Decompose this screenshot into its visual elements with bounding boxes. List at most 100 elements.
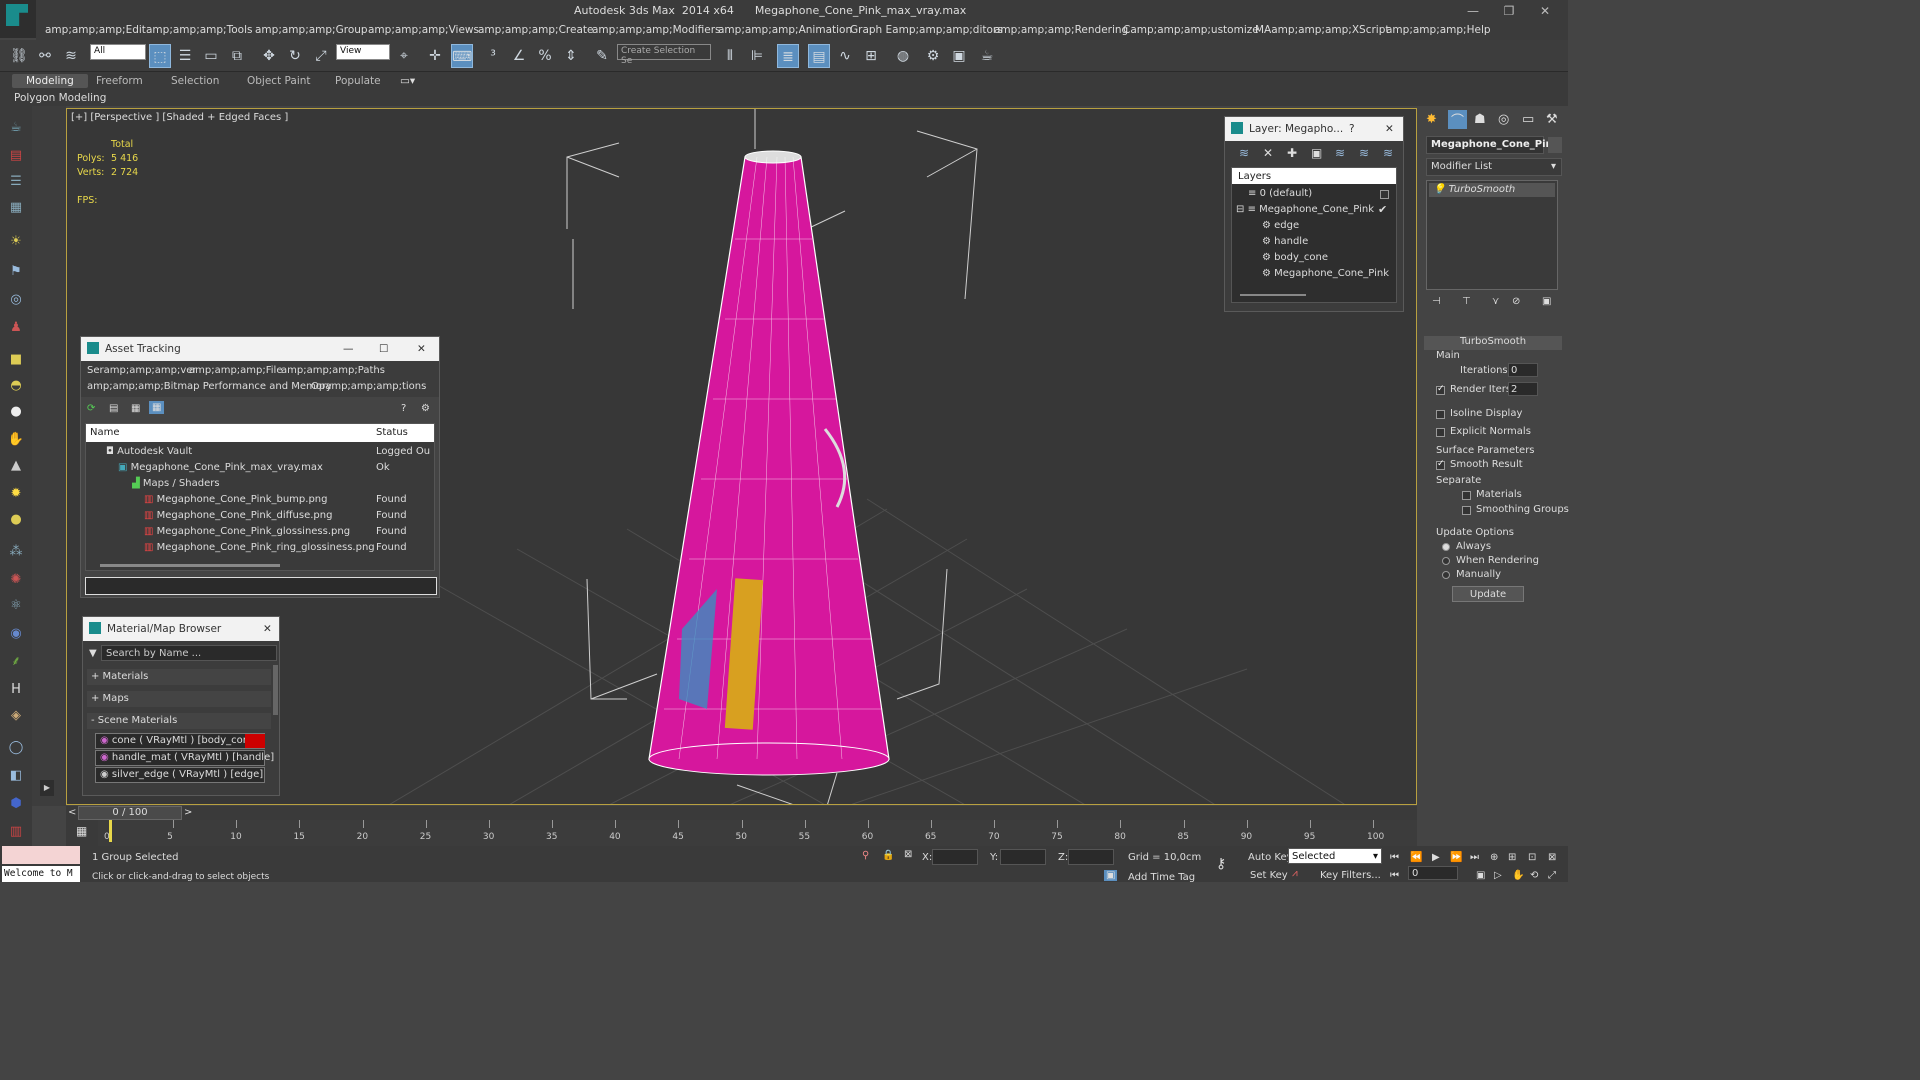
rect-selection-icon[interactable]: ▭ <box>200 44 222 68</box>
minimize-icon[interactable]: — <box>343 343 354 355</box>
viewport-label[interactable]: [+] [Perspective ] [Shaded + Edged Faces… <box>71 112 288 123</box>
rendered-frame-icon[interactable]: ▣ <box>948 44 970 68</box>
hierarchy-tab-icon[interactable]: ☗ <box>1474 112 1486 127</box>
dolly-icon[interactable]: ◎ <box>6 290 26 310</box>
timeline-current-frame-marker[interactable] <box>109 820 112 842</box>
select-manipulate-icon[interactable]: ✛ <box>424 44 446 68</box>
options-icon[interactable]: ⚙ <box>421 403 430 414</box>
layer-object-item[interactable]: ⚙ handle <box>1262 236 1308 247</box>
update-when-rendering-radio[interactable] <box>1442 557 1450 565</box>
display-tab-icon[interactable]: ▭ <box>1522 112 1534 127</box>
add-layer-icon[interactable]: ✚ <box>1287 146 1297 160</box>
render-production-icon[interactable]: ☕ <box>976 44 998 68</box>
close-icon[interactable]: ✕ <box>1385 123 1394 135</box>
polygon-modeling-bar[interactable]: Polygon Modeling <box>0 92 1568 106</box>
select-layer-icon[interactable]: ≋ <box>1335 146 1345 160</box>
layer-scrollbar[interactable] <box>1240 294 1306 296</box>
material-item[interactable]: ◉ silver_edge ( VRayMtl ) [edge] <box>95 767 265 783</box>
snap-3d-icon[interactable]: ³ <box>482 44 504 68</box>
table-row[interactable]: ◘ Autodesk Vault <box>106 446 192 457</box>
spinner-snap-icon[interactable]: ⇕ <box>560 44 582 68</box>
tab-modeling[interactable]: Modeling <box>12 74 88 88</box>
pan-icon[interactable]: ✋ <box>1512 870 1524 881</box>
expand-arrow-icon[interactable]: ▶ <box>40 780 54 796</box>
menu-tools[interactable]: amp;amp;amp;Tools <box>146 24 252 36</box>
horizontal-scrollbar[interactable] <box>100 564 280 567</box>
rotate-icon[interactable]: ↻ <box>284 44 306 68</box>
table-row[interactable]: ▥ Megaphone_Cone_Pink_bump.png <box>144 494 328 505</box>
dome-icon[interactable]: ◓ <box>6 376 26 396</box>
ribbon-toggle-icon[interactable]: ▤ <box>808 44 830 68</box>
table-row[interactable]: ▟ Maps / Shaders <box>132 478 220 489</box>
edit-named-selection-icon[interactable]: ✎ <box>591 44 613 68</box>
molecule-icon[interactable]: ⚛ <box>6 596 26 616</box>
browser-options-icon[interactable]: ▼ <box>89 648 97 659</box>
x-coord-field[interactable] <box>932 849 978 865</box>
orbit-icon[interactable]: ⟲ <box>1530 870 1538 881</box>
material-item[interactable]: ◉ cone ( VRayMtl ) [body_cone] <box>95 733 265 749</box>
play-icon[interactable]: ▶ <box>1432 852 1440 863</box>
curve-editor-icon[interactable]: ∿ <box>834 44 856 68</box>
layer-dialog-titlebar[interactable]: Layer: Megapho... ? ✕ <box>1225 117 1403 141</box>
layers-icon[interactable]: ≋ <box>1239 146 1249 160</box>
collapse-icon[interactable]: ⊟ <box>1236 204 1248 215</box>
set-current-icon[interactable]: ≋ <box>1359 146 1369 160</box>
menu-options[interactable]: Opamp;amp;amp;tions <box>311 381 426 392</box>
group-materials[interactable]: + Materials <box>87 669 271 685</box>
select-by-name-icon[interactable]: ☰ <box>174 44 196 68</box>
cube-icon[interactable]: ◧ <box>6 766 26 786</box>
menu-graph-editors[interactable]: Graph Eamp;amp;amp;ditors <box>850 24 1003 36</box>
cloth-icon[interactable]: ◈ <box>6 706 26 726</box>
modify-tab-icon[interactable]: ⌒ <box>1448 110 1468 129</box>
time-config-icon[interactable]: ▣ <box>1476 870 1485 881</box>
menu-server[interactable]: Seramp;amp;amp;ver <box>87 365 197 376</box>
hide-all-icon[interactable]: ≋ <box>1383 146 1393 160</box>
remove-modifier-icon[interactable]: ⊘ <box>1512 296 1520 307</box>
create-tab-icon[interactable]: ✸ <box>1426 112 1437 127</box>
help-icon[interactable]: ? <box>1349 123 1355 135</box>
render-setup-icon[interactable]: ⚙ <box>922 44 944 68</box>
goto-end-icon[interactable]: ⏭ <box>1470 852 1479 863</box>
menu-paths[interactable]: amp;amp;amp;Paths <box>281 365 385 376</box>
grid-icon[interactable]: ▦ <box>6 198 26 218</box>
z-coord-field[interactable] <box>1068 849 1114 865</box>
explicit-normals-checkbox[interactable] <box>1436 428 1445 437</box>
key-mode-icon[interactable]: ⏮ <box>1390 870 1399 881</box>
layer-object-item[interactable]: ⚙ body_cone <box>1262 252 1328 263</box>
sphere-gold-icon[interactable]: ● <box>6 510 26 530</box>
schematic-view-icon[interactable]: ⊞ <box>860 44 882 68</box>
close-icon[interactable]: ✕ <box>417 343 426 355</box>
maximize-button[interactable]: ❐ <box>1494 2 1524 20</box>
next-frame-icon[interactable]: > <box>184 807 192 818</box>
menu-views[interactable]: amp;amp;amp;Views <box>368 24 479 36</box>
material-item[interactable]: ◉ handle_mat ( VRayMtl ) [handle] <box>95 750 274 766</box>
keyboard-shortcut-icon[interactable]: ⌨ <box>451 44 473 68</box>
detail-view-icon[interactable]: ▦ <box>131 403 140 414</box>
update-always-radio[interactable] <box>1442 543 1450 551</box>
table-view-icon[interactable]: ▦ <box>149 401 165 414</box>
named-selection-set-dropdown[interactable]: Create Selection Se <box>617 44 711 66</box>
lightbulb-icon[interactable]: 💡 <box>1433 184 1445 195</box>
scale-icon[interactable]: ⤢ <box>310 44 332 68</box>
unlink-icon[interactable]: ⚯ <box>34 44 56 68</box>
ref-coord-dropdown[interactable]: View <box>336 44 390 60</box>
help-icon[interactable]: ? <box>401 403 406 414</box>
orb-icon[interactable]: ◯ <box>6 738 26 758</box>
add-selection-icon[interactable]: ▣ <box>1311 146 1322 160</box>
tab-selection[interactable]: Selection <box>171 75 219 87</box>
motion-tab-icon[interactable]: ◎ <box>1498 112 1509 127</box>
material-editor-icon[interactable]: ◍ <box>892 44 914 68</box>
track-bar[interactable]: ▦ 0 5 10 15 20 25 30 35 40 45 50 55 60 65 70 75 80 85 90 95… <box>66 820 1417 846</box>
hair-icon[interactable]: ⸙ <box>6 652 26 672</box>
hand-icon[interactable]: ✋ <box>6 430 26 450</box>
smooth-result-checkbox[interactable] <box>1436 459 1445 470</box>
tab-object-paint[interactable]: Object Paint <box>247 75 311 87</box>
move-icon[interactable]: ✥ <box>258 44 280 68</box>
close-icon[interactable]: ✕ <box>263 623 272 635</box>
group-maps[interactable]: + Maps <box>87 691 271 707</box>
pin-stack-icon[interactable]: ⊣ <box>1432 296 1441 307</box>
render-iters-spinner[interactable]: 2 <box>1508 382 1538 396</box>
prev-frame-icon[interactable]: < <box>68 807 76 818</box>
show-end-result-icon[interactable]: ⊤ <box>1462 296 1471 307</box>
zoom-icon[interactable]: ⊕ <box>1490 852 1498 863</box>
